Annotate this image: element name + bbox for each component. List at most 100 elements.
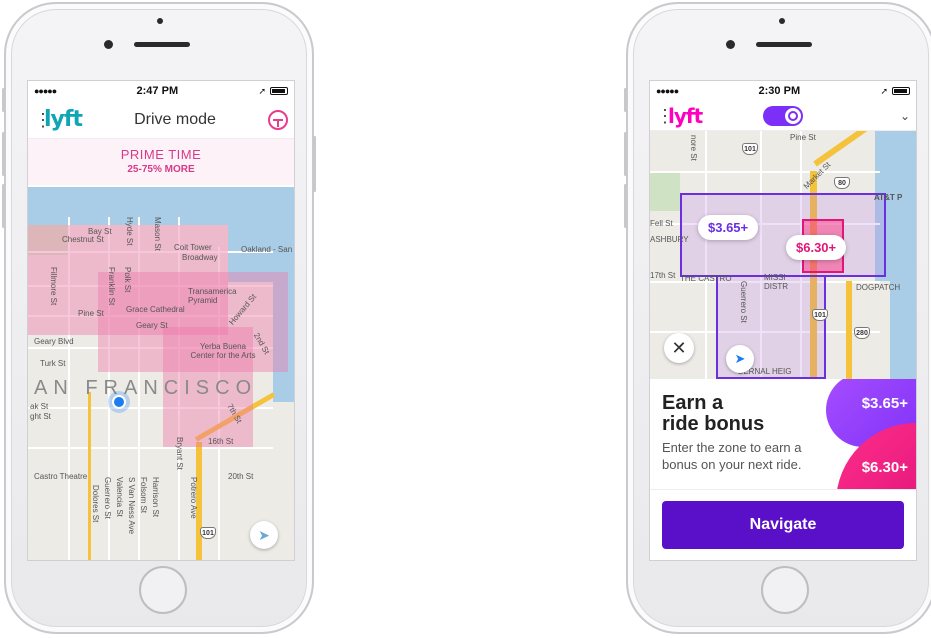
map-label: 20th St bbox=[228, 472, 254, 481]
map-label: Chestnut St bbox=[62, 235, 104, 244]
app-header: ⋮ lyft Drive mode bbox=[28, 101, 294, 139]
prime-time-subtitle: 25-75% MORE bbox=[127, 164, 195, 175]
map-label: AT&T P bbox=[874, 193, 903, 202]
map-label: ak St bbox=[30, 402, 49, 411]
status-time: 2:30 PM bbox=[758, 85, 801, 97]
divider bbox=[650, 489, 916, 490]
steering-wheel-icon[interactable] bbox=[268, 109, 288, 130]
steering-wheel-icon bbox=[788, 110, 798, 121]
prime-time-title: PRIME TIME bbox=[120, 147, 202, 162]
navigate-button[interactable]: Navigate bbox=[662, 501, 904, 549]
map-label: Castro Theatre bbox=[34, 472, 88, 481]
highway-shield: 101 bbox=[200, 527, 216, 539]
highway-shield: 101 bbox=[742, 143, 758, 155]
status-bar: ●●●●● 2:47 PM ➚ bbox=[28, 81, 294, 101]
status-right: ➚ bbox=[258, 86, 288, 97]
proximity-sensor bbox=[779, 18, 785, 24]
lyft-logo: lyft bbox=[668, 103, 703, 128]
current-location-dot bbox=[112, 395, 126, 409]
map-label: Broadway bbox=[182, 253, 218, 262]
bonus-title-line2: ride bonus bbox=[662, 413, 765, 435]
map-label: Geary Blvd bbox=[34, 337, 74, 346]
highway-101-west bbox=[88, 392, 91, 560]
highway-280 bbox=[846, 281, 852, 379]
location-icon: ➚ bbox=[258, 85, 266, 96]
location-icon: ➚ bbox=[880, 85, 888, 96]
volume-down-button bbox=[2, 184, 5, 228]
map-label: Polk St bbox=[123, 267, 132, 293]
map-label: S Van Ness Ave bbox=[127, 477, 136, 535]
battery-icon bbox=[892, 87, 910, 95]
front-camera bbox=[104, 40, 113, 49]
map-view[interactable]: Pine St AT&T P Fell St ASHBURY 17th St T… bbox=[650, 131, 916, 379]
map-view[interactable]: Bay St Chestnut St Coit Tower Broadway O… bbox=[28, 187, 294, 560]
map-label: 17th St bbox=[650, 271, 676, 280]
park-area bbox=[650, 171, 680, 211]
menu-icon[interactable]: ⋮ bbox=[34, 111, 52, 129]
map-label: DOGPATCH bbox=[856, 283, 901, 292]
signal-indicator: ●●●●● bbox=[656, 86, 679, 96]
screen-ride-bonus: ●●●●● 2:30 PM ➚ ⋮ lyft ⌄ Pine St AT&T P … bbox=[649, 80, 917, 561]
bonus-bubble-low[interactable]: $3.65+ bbox=[698, 215, 759, 240]
status-right: ➚ bbox=[880, 86, 910, 97]
close-button[interactable]: ✕ bbox=[664, 333, 694, 363]
earpiece-speaker bbox=[756, 42, 812, 47]
recenter-button[interactable]: ➤ bbox=[726, 345, 754, 373]
mute-switch bbox=[2, 88, 5, 112]
map-label: Geary St bbox=[136, 321, 168, 330]
home-button[interactable] bbox=[761, 566, 809, 614]
map-label: Oakland - San bbox=[241, 245, 293, 254]
map-label: MISSI DISTR bbox=[764, 273, 788, 291]
map-label: Harrison St bbox=[151, 477, 160, 518]
map-label: ASHBURY bbox=[650, 235, 689, 244]
map-label: Pine St bbox=[790, 133, 816, 142]
bonus-bubble-high[interactable]: $6.30+ bbox=[786, 235, 847, 260]
volume-down-button bbox=[624, 184, 627, 228]
phone-left: ●●●●● 2:47 PM ➚ ⋮ lyft Drive mode PRIME … bbox=[2, 2, 316, 634]
menu-icon[interactable]: ⋮ bbox=[656, 107, 674, 125]
ride-bonus-card: $3.65+ $6.30+ Earn a ride bonus Enter th… bbox=[650, 379, 916, 489]
map-label: Fillmore St bbox=[49, 267, 58, 306]
map-label: Valencia St bbox=[115, 477, 124, 517]
map-label: Turk St bbox=[40, 359, 66, 368]
map-label: nore St bbox=[689, 135, 698, 161]
map-label: THE CASTRO bbox=[680, 274, 732, 283]
bonus-title: Earn a ride bonus bbox=[662, 393, 812, 435]
drive-mode-toggle[interactable] bbox=[763, 105, 803, 126]
city-label: AN FRANCISCO bbox=[34, 377, 258, 399]
highway-shield: 280 bbox=[854, 327, 870, 339]
header-left: ⋮ lyft bbox=[656, 104, 716, 128]
map-label: Potrero Ave bbox=[189, 477, 198, 519]
map-label: Dolores St bbox=[91, 485, 100, 523]
recenter-button[interactable]: ➤ bbox=[250, 521, 278, 549]
map-label: Coit Tower bbox=[174, 243, 212, 252]
bonus-title-line1: Earn a bbox=[662, 392, 724, 414]
volume-up-button bbox=[2, 132, 5, 176]
close-icon: ✕ bbox=[671, 337, 687, 358]
map-label: Mason St bbox=[153, 217, 162, 251]
bay-water-east bbox=[228, 187, 294, 282]
front-camera bbox=[726, 40, 735, 49]
app-header: ⋮ lyft ⌄ bbox=[650, 101, 916, 131]
map-label: Bryant St bbox=[175, 437, 184, 470]
screen-drive-mode: ●●●●● 2:47 PM ➚ ⋮ lyft Drive mode PRIME … bbox=[27, 80, 295, 561]
bay-water-south bbox=[890, 281, 916, 379]
toggle-knob bbox=[785, 107, 801, 124]
page-title: Drive mode bbox=[134, 110, 216, 128]
power-button bbox=[313, 136, 316, 192]
status-bar: ●●●●● 2:30 PM ➚ bbox=[650, 81, 916, 101]
map-label: Grace Cathedral bbox=[126, 305, 185, 314]
bonus-description: Enter the zone to earn a bonus on your n… bbox=[662, 440, 802, 472]
mute-switch bbox=[624, 88, 627, 112]
volume-up-button bbox=[624, 132, 627, 176]
map-label: Guerrero St bbox=[103, 477, 112, 519]
signal-indicator: ●●●●● bbox=[34, 86, 57, 96]
map-label: Guerrero St bbox=[739, 281, 748, 323]
lyft-logo: lyft bbox=[44, 107, 83, 132]
map-label: Franklin St bbox=[107, 267, 116, 306]
map-label: Folsom St bbox=[139, 477, 148, 514]
chevron-down-icon[interactable]: ⌄ bbox=[850, 109, 910, 123]
home-button[interactable] bbox=[139, 566, 187, 614]
status-time: 2:47 PM bbox=[136, 85, 179, 97]
navigation-arrow-icon: ➤ bbox=[258, 526, 270, 543]
